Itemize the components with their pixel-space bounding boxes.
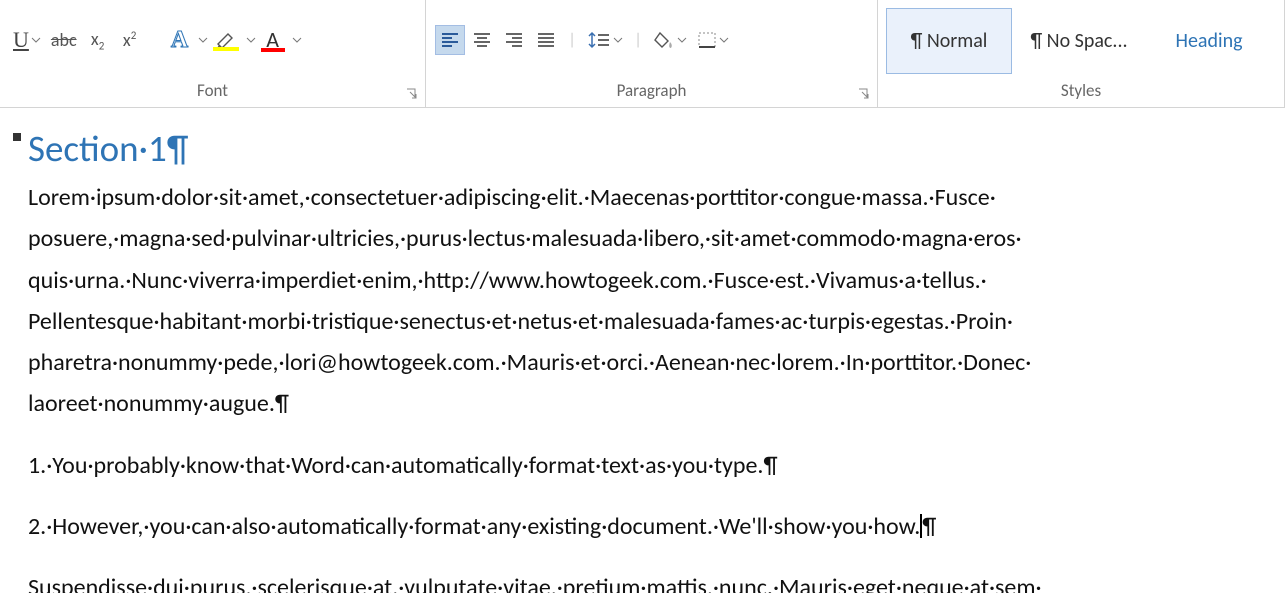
document-list-item: 2.·However,·you·can·also·automatically·f… <box>28 506 1278 547</box>
style-heading1[interactable]: Heading <box>1146 8 1272 74</box>
document-paragraph: Suspendisse·dui·purus,·scelerisque·at,·v… <box>28 567 1278 593</box>
style-normal[interactable]: ¶ Normal <box>886 8 1012 74</box>
document-area[interactable]: Section·1¶ Lorem·ipsum·dolor·sit·amet,·c… <box>0 108 1285 593</box>
text-effects-icon: A <box>171 28 188 52</box>
object-anchor-icon <box>10 130 24 144</box>
shading-button[interactable] <box>649 25 691 55</box>
superscript-icon: x2 <box>123 29 136 51</box>
document-list-item: 1.·You·probably·know·that·Word·can·autom… <box>28 445 1278 486</box>
ribbon-group-label-styles: Styles <box>878 76 1284 107</box>
font-dialog-launcher[interactable] <box>405 87 419 101</box>
align-justify-button[interactable] <box>531 25 561 55</box>
align-right-icon <box>504 31 524 49</box>
list-text: 2.·However,·you·can·also·automatically·f… <box>28 512 920 541</box>
ribbon: U abc x2 x2 A <box>0 0 1285 108</box>
chevron-down-icon[interactable] <box>198 35 208 45</box>
chevron-down-icon <box>613 35 623 45</box>
highlight-color-button[interactable] <box>209 25 243 55</box>
chevron-down-icon <box>31 35 41 45</box>
underline-button[interactable]: U <box>9 25 45 55</box>
line-spacing-icon <box>587 30 611 50</box>
superscript-button[interactable]: x2 <box>115 25 145 55</box>
align-right-button[interactable] <box>499 25 529 55</box>
align-justify-icon <box>536 31 556 49</box>
chevron-down-icon[interactable] <box>292 35 302 45</box>
align-center-button[interactable] <box>467 25 497 55</box>
line-spacing-button[interactable] <box>583 25 627 55</box>
ribbon-group-label-paragraph: Paragraph <box>426 76 877 107</box>
subscript-button[interactable]: x2 <box>83 25 113 55</box>
strikethrough-button[interactable]: abc <box>47 25 81 55</box>
text-effects-button[interactable]: A <box>165 25 195 55</box>
underline-icon: U <box>13 27 29 53</box>
ribbon-group-paragraph: | | <box>426 0 878 107</box>
styles-gallery: ¶ Normal ¶ No Spac... Heading <box>886 6 1272 74</box>
highlight-color-bar <box>213 47 239 51</box>
strikethrough-icon: abc <box>51 29 77 51</box>
chevron-down-icon[interactable] <box>246 35 256 45</box>
align-left-icon <box>440 31 460 49</box>
chevron-down-icon <box>677 35 687 45</box>
ribbon-group-styles: ¶ Normal ¶ No Spac... Heading Styles <box>878 0 1285 107</box>
align-center-icon <box>472 31 492 49</box>
borders-icon <box>697 31 717 49</box>
document-paragraph: Lorem·ipsum·dolor·sit·amet,·consectetuer… <box>28 177 1278 425</box>
font-color-button[interactable]: A <box>257 25 289 55</box>
paint-bucket-icon <box>653 30 675 50</box>
font-color-bar <box>261 48 285 52</box>
align-left-button[interactable] <box>435 25 465 55</box>
document-heading: Section·1¶ <box>28 126 1285 171</box>
ribbon-group-label-font: Font <box>0 76 425 107</box>
style-no-spacing[interactable]: ¶ No Spac... <box>1016 8 1142 74</box>
subscript-icon: x2 <box>91 28 104 53</box>
paragraph-dialog-launcher[interactable] <box>857 87 871 101</box>
pilcrow-icon: ¶ <box>922 512 936 541</box>
borders-button[interactable] <box>693 25 733 55</box>
ribbon-group-font: U abc x2 x2 A <box>0 0 426 107</box>
chevron-down-icon <box>719 35 729 45</box>
